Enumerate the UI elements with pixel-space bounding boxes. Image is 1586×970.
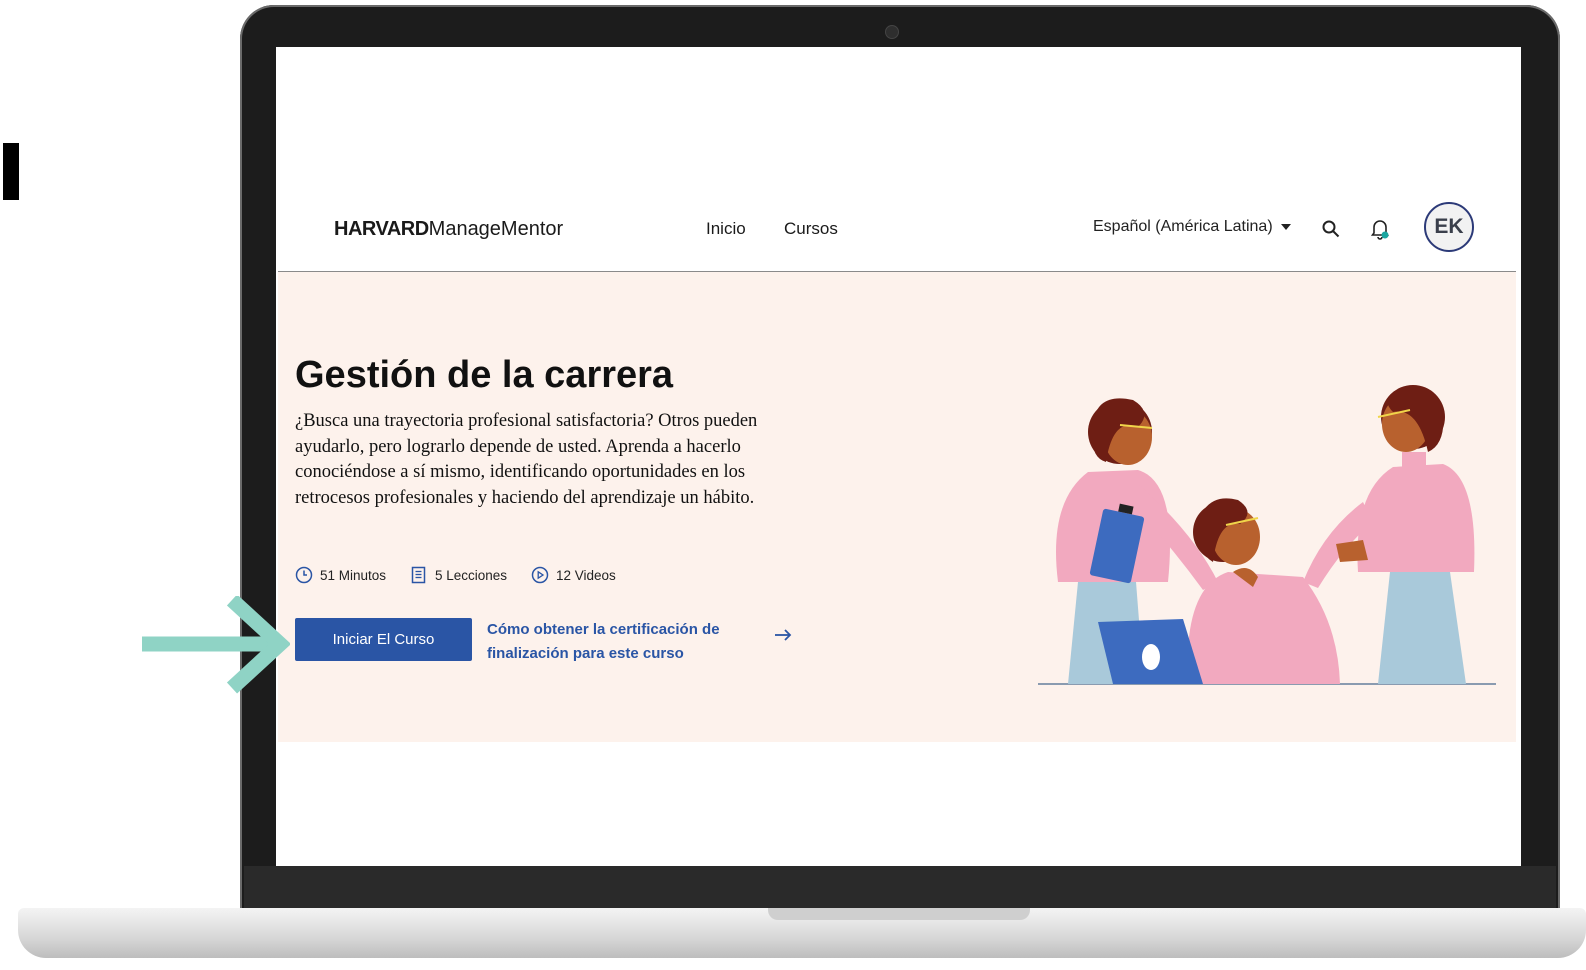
nav-inicio[interactable]: Inicio [706,219,746,239]
course-description: ¿Busca una trayectoria profesional satis… [295,411,758,508]
text-cursor-bar [3,143,19,200]
language-selector[interactable]: Español (América Latina) [1093,218,1291,236]
search-button[interactable] [1317,215,1345,243]
career-illustration [1038,385,1496,685]
user-avatar[interactable]: EK [1424,202,1474,252]
camera [885,25,899,39]
screen: HARVARDManageMentor Inicio Cursos Españo… [276,47,1521,866]
arrow-right-icon[interactable] [774,628,792,642]
search-icon [1322,220,1340,238]
chevron-down-icon [1280,224,1291,230]
logo-brand: HARVARD [334,218,429,240]
meta-lessons: 5 Lecciones [410,566,507,584]
certification-link[interactable]: Cómo obtener la certificación de finaliz… [487,618,747,666]
notifications-button[interactable] [1366,215,1394,243]
meta-lessons-label: 5 Lecciones [435,567,508,583]
nav-cursos[interactable]: Cursos [784,219,838,239]
laptop-bezel-bottom [244,866,1556,910]
meta-duration: 51 Minutos [295,566,386,584]
harvard-managementor-logo[interactable]: HARVARDManageMentor [334,218,563,241]
laptop-notch [768,908,1030,920]
start-course-button[interactable]: Iniciar El Curso [295,618,472,661]
clock-icon [295,566,313,584]
highlight-arrow-icon [142,596,290,694]
course-title: Gestión de la carrera [295,354,674,396]
play-circle-icon [531,566,549,584]
logo-product: ManageMentor [428,218,564,240]
meta-videos-label: 12 Videos [556,567,616,583]
course-hero: Gestión de la carrera ¿Busca una trayect… [278,272,1516,742]
meta-duration-label: 51 Minutos [320,567,387,583]
book-icon [411,566,426,584]
bell-icon [1370,220,1390,240]
meta-videos: 12 Videos [531,566,616,584]
language-label: Español (América Latina) [1093,218,1273,235]
